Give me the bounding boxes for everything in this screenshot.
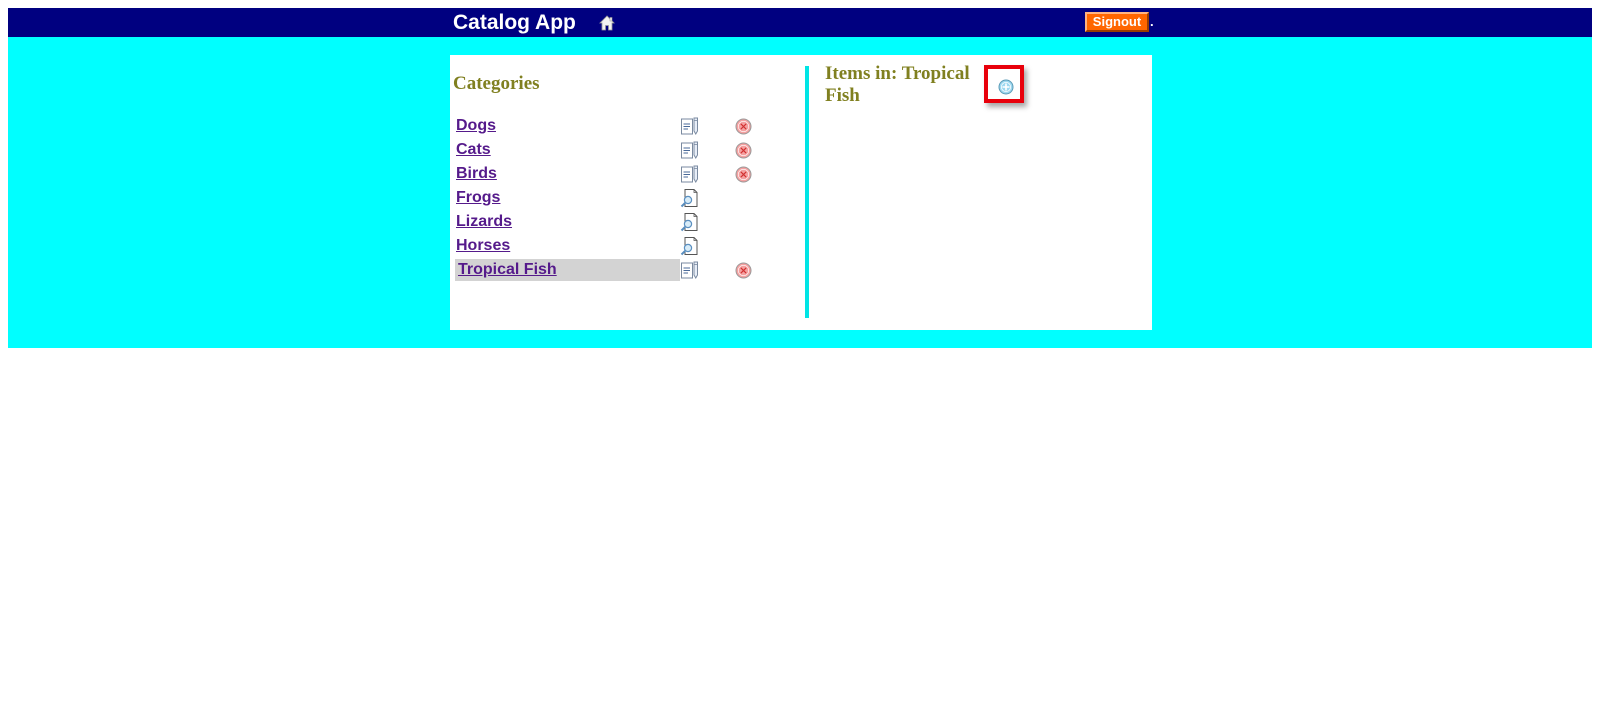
category-link-horses[interactable]: Horses	[455, 235, 680, 257]
edit-category-icon[interactable]	[680, 164, 700, 184]
view-category-icon[interactable]	[680, 188, 700, 208]
category-row: Frogs	[455, 187, 755, 209]
app-frame: Catalog App Signout . Categories Dogs Cat…	[8, 8, 1592, 348]
category-row: Tropical Fish	[455, 259, 755, 281]
add-item-icon[interactable]	[998, 79, 1014, 95]
signout-button[interactable]: Signout	[1085, 12, 1149, 32]
panel-divider	[805, 66, 809, 318]
delete-category-icon[interactable]	[735, 118, 752, 135]
content-area: Categories Dogs Cats Birds Frogs Lizards Hors…	[8, 37, 1592, 348]
category-row: Horses	[455, 235, 755, 257]
category-link-tropical-fish[interactable]: Tropical Fish	[455, 259, 680, 281]
delete-category-icon[interactable]	[735, 262, 752, 279]
edit-category-icon[interactable]	[680, 140, 700, 160]
edit-category-icon[interactable]	[680, 260, 700, 280]
category-link-birds[interactable]: Birds	[455, 163, 680, 185]
delete-category-icon[interactable]	[735, 166, 752, 183]
view-category-icon[interactable]	[680, 212, 700, 232]
add-item-highlight	[984, 65, 1024, 103]
category-row: Lizards	[455, 211, 755, 233]
main-panel: Categories Dogs Cats Birds Frogs Lizards Hors…	[450, 55, 1152, 330]
category-link-lizards[interactable]: Lizards	[455, 211, 680, 233]
edit-category-icon[interactable]	[680, 116, 700, 136]
app-title: Catalog App	[453, 11, 576, 34]
view-category-icon[interactable]	[680, 236, 700, 256]
top-navbar: Catalog App Signout .	[8, 8, 1592, 37]
items-heading: Items in: Tropical Fish	[825, 63, 970, 106]
category-row: Dogs	[455, 115, 755, 137]
home-icon[interactable]	[599, 15, 615, 31]
category-link-frogs[interactable]: Frogs	[455, 187, 680, 209]
category-link-cats[interactable]: Cats	[455, 139, 680, 161]
category-row: Birds	[455, 163, 755, 185]
header-trailing-dot: .	[1150, 14, 1154, 29]
categories-heading: Categories	[453, 73, 540, 94]
delete-category-icon[interactable]	[735, 142, 752, 159]
category-link-dogs[interactable]: Dogs	[455, 115, 680, 137]
category-row: Cats	[455, 139, 755, 161]
